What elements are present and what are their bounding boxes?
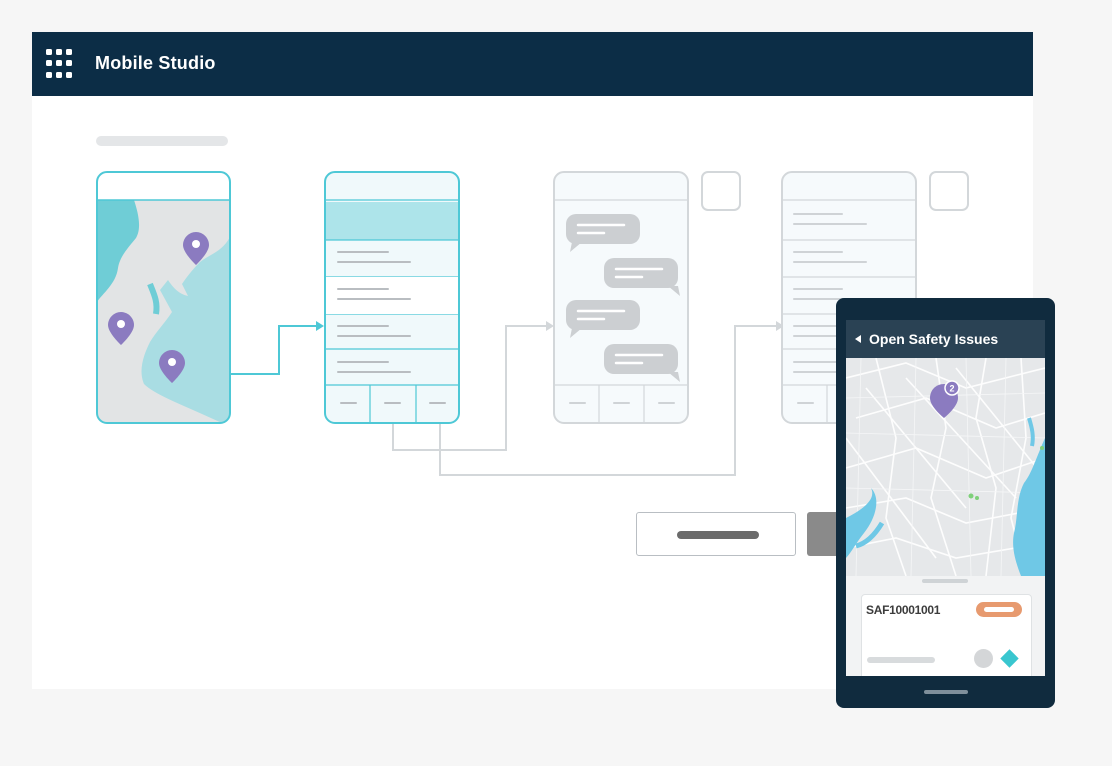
add-screen-checkbox[interactable] <box>929 171 969 211</box>
flow-arrowhead-faded <box>546 321 554 331</box>
back-arrow-icon[interactable] <box>855 335 861 343</box>
add-screen-checkbox[interactable] <box>701 171 741 211</box>
screen-card-map[interactable] <box>96 171 231 424</box>
flow-arrowhead-active <box>316 321 324 331</box>
screen-card-list[interactable] <box>324 171 460 424</box>
flow-connector-active <box>230 325 317 375</box>
safety-issues-map[interactable]: 2 <box>846 357 1045 577</box>
phone-header-title: Open Safety Issues <box>869 331 999 347</box>
status-badge <box>976 602 1022 617</box>
issue-card[interactable]: SAF10001001 <box>861 594 1032 676</box>
bottom-sheet-handle[interactable] <box>922 579 968 583</box>
map-cluster-count: 2 <box>949 384 954 394</box>
issue-subtitle-placeholder <box>867 657 935 663</box>
diamond-icon <box>1000 649 1019 668</box>
phone-preview: Open Safety Issues 2 SAF10001001 <box>836 298 1055 708</box>
screen-card-chat[interactable] <box>553 171 689 424</box>
issue-id: SAF10001001 <box>866 603 941 617</box>
button-label-placeholder <box>677 531 759 539</box>
map-pin-icon[interactable]: 2 <box>930 378 970 424</box>
avatar <box>974 649 993 668</box>
phone-header: Open Safety Issues <box>846 320 1045 358</box>
home-indicator[interactable] <box>924 690 968 694</box>
secondary-action-button[interactable] <box>636 512 796 556</box>
phone-screen: Open Safety Issues 2 SAF10001001 <box>846 320 1045 676</box>
